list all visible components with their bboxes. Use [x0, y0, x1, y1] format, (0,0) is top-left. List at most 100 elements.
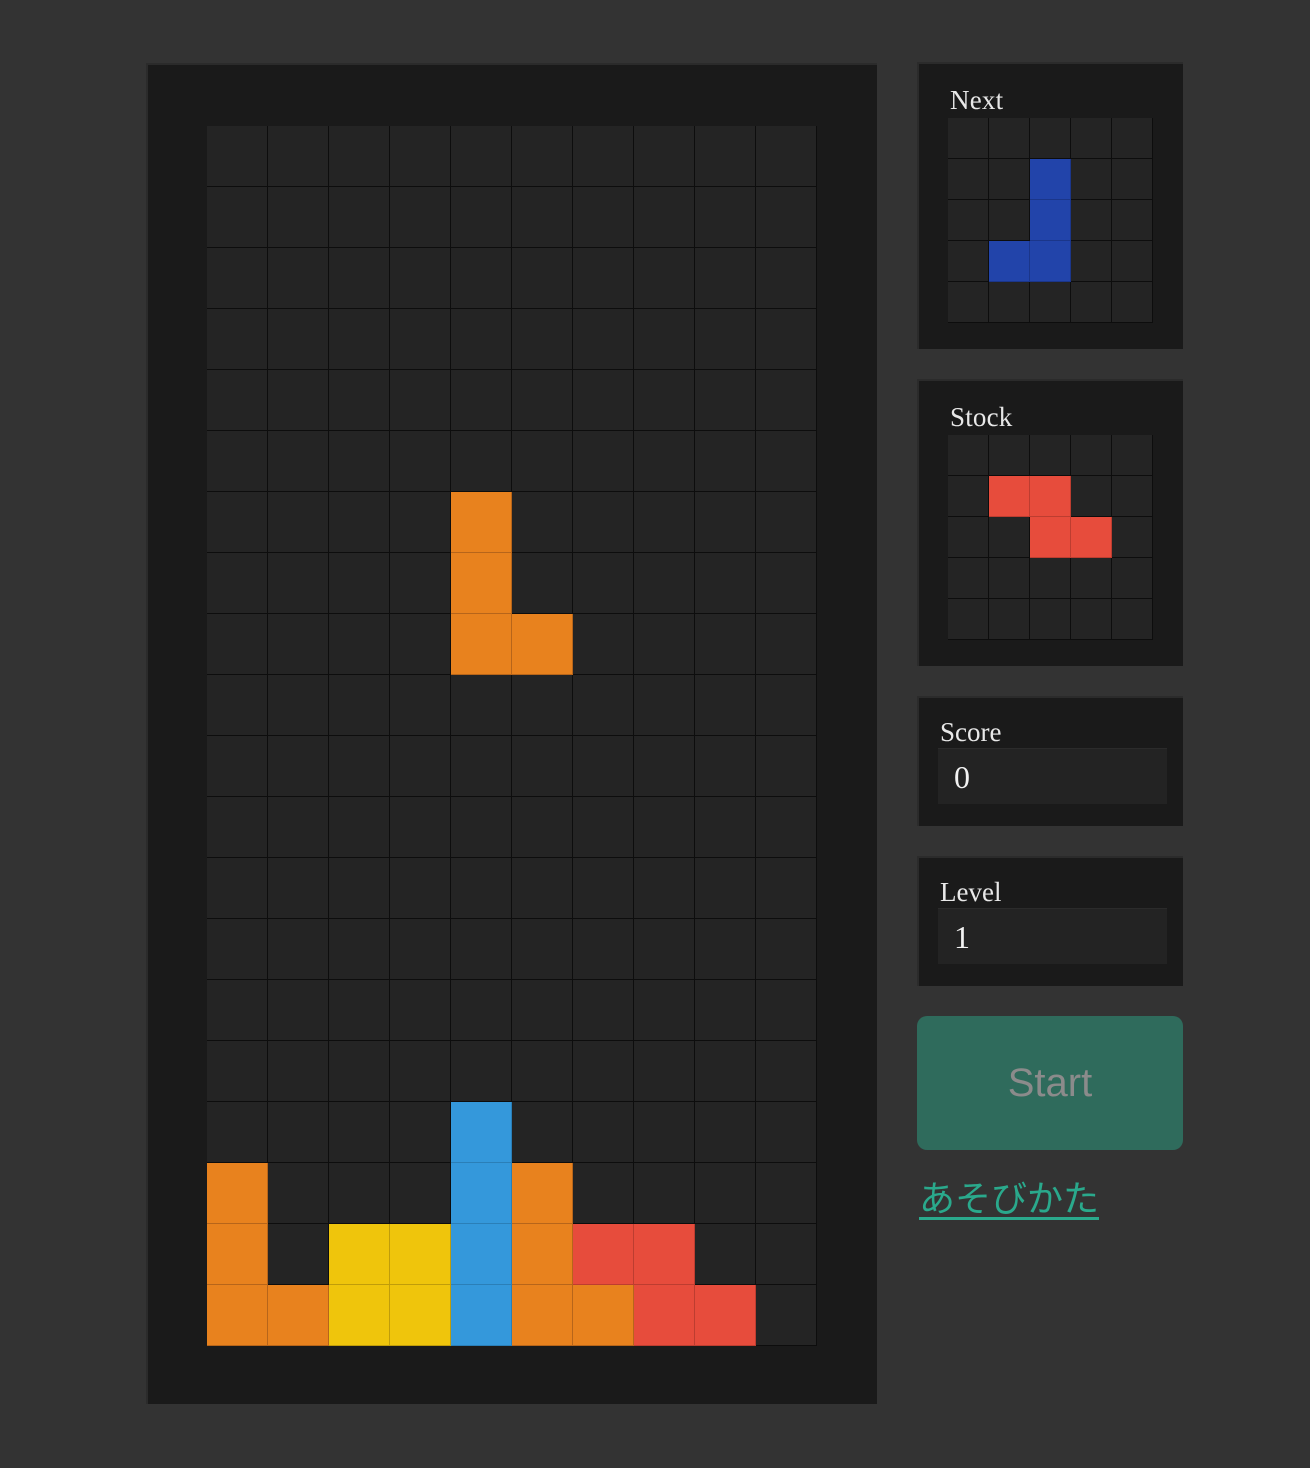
grid-cell-empty [268, 248, 329, 309]
grid-cell-empty [390, 370, 451, 431]
grid-cell-empty [573, 1041, 634, 1102]
grid-cell-empty [329, 248, 390, 309]
grid-cell-empty [1112, 558, 1153, 599]
level-panel: Level 1 [917, 856, 1183, 986]
block-orange [512, 614, 573, 675]
block-orange [207, 1163, 268, 1224]
grid-cell-empty [512, 553, 573, 614]
grid-cell-empty [329, 553, 390, 614]
grid-cell-empty [512, 797, 573, 858]
block-red [634, 1285, 695, 1346]
grid-cell-empty [207, 126, 268, 187]
grid-cell-empty [756, 736, 817, 797]
grid-cell-empty [695, 1102, 756, 1163]
block-red [573, 1224, 634, 1285]
grid-cell-empty [756, 919, 817, 980]
grid-cell-empty [268, 126, 329, 187]
grid-cell-empty [756, 1224, 817, 1285]
grid-cell-empty [390, 797, 451, 858]
start-button[interactable]: Start [917, 1016, 1183, 1150]
grid-cell-empty [1112, 159, 1153, 200]
grid-cell-empty [451, 309, 512, 370]
grid-cell-empty [329, 370, 390, 431]
grid-cell-empty [989, 159, 1030, 200]
grid-cell-empty [207, 675, 268, 736]
grid-cell-empty [1071, 241, 1112, 282]
grid-cell-empty [268, 980, 329, 1041]
grid-cell-empty [695, 980, 756, 1041]
grid-cell-empty [989, 517, 1030, 558]
block-cyan [451, 1163, 512, 1224]
grid-cell-empty [695, 736, 756, 797]
grid-cell-empty [207, 1102, 268, 1163]
block-cyan [451, 1102, 512, 1163]
grid-cell-empty [634, 614, 695, 675]
grid-cell-empty [756, 553, 817, 614]
grid-cell-empty [207, 797, 268, 858]
grid-cell-empty [268, 675, 329, 736]
score-value: 0 [938, 748, 1167, 804]
grid-cell-empty [451, 126, 512, 187]
grid-cell-empty [451, 248, 512, 309]
grid-cell-empty [268, 553, 329, 614]
grid-cell-empty [756, 980, 817, 1041]
grid-cell-empty [268, 1224, 329, 1285]
grid-cell-empty [329, 919, 390, 980]
grid-cell-empty [573, 553, 634, 614]
block-yellow [329, 1285, 390, 1346]
grid-cell-empty [573, 309, 634, 370]
grid-cell-empty [695, 431, 756, 492]
grid-cell-empty [948, 159, 989, 200]
grid-cell-empty [573, 1163, 634, 1224]
grid-cell-empty [634, 736, 695, 797]
grid-cell-empty [512, 980, 573, 1041]
block-red [634, 1224, 695, 1285]
grid-cell-empty [948, 241, 989, 282]
grid-cell-empty [634, 1163, 695, 1224]
grid-cell-empty [634, 858, 695, 919]
grid-cell-empty [948, 558, 989, 599]
grid-cell-empty [756, 1041, 817, 1102]
grid-cell-empty [1030, 558, 1071, 599]
grid-cell-empty [512, 248, 573, 309]
grid-cell-empty [1071, 282, 1112, 323]
stock-piece-grid[interactable] [948, 435, 1153, 640]
grid-cell-empty [756, 1285, 817, 1346]
grid-cell-empty [695, 553, 756, 614]
block-blue [1030, 241, 1071, 282]
grid-cell-empty [1071, 476, 1112, 517]
grid-cell-empty [948, 517, 989, 558]
grid-cell-empty [207, 187, 268, 248]
grid-cell-empty [573, 187, 634, 248]
stock-piece-panel[interactable]: Stock [917, 379, 1183, 666]
grid-cell-empty [390, 675, 451, 736]
game-board-grid[interactable] [207, 126, 817, 1346]
block-orange [451, 492, 512, 553]
grid-cell-empty [1030, 435, 1071, 476]
grid-cell-empty [634, 1041, 695, 1102]
grid-cell-empty [573, 614, 634, 675]
grid-cell-empty [207, 431, 268, 492]
how-to-play-link[interactable]: あそびかた [919, 1170, 1099, 1222]
grid-cell-empty [512, 919, 573, 980]
grid-cell-empty [756, 797, 817, 858]
block-red [1030, 517, 1071, 558]
grid-cell-empty [695, 675, 756, 736]
grid-cell-empty [1071, 159, 1112, 200]
grid-cell-empty [390, 431, 451, 492]
grid-cell-empty [268, 370, 329, 431]
block-orange [207, 1224, 268, 1285]
grid-cell-empty [695, 187, 756, 248]
grid-cell-empty [268, 919, 329, 980]
grid-cell-empty [756, 248, 817, 309]
grid-cell-empty [329, 980, 390, 1041]
grid-cell-empty [634, 980, 695, 1041]
grid-cell-empty [329, 1041, 390, 1102]
sidebar: Next Stock Score 0 Level 1 Start あそびかた [917, 62, 1183, 1222]
grid-cell-empty [989, 118, 1030, 159]
grid-cell-empty [634, 675, 695, 736]
grid-cell-empty [634, 919, 695, 980]
grid-cell-empty [1112, 241, 1153, 282]
grid-cell-empty [1030, 282, 1071, 323]
grid-cell-empty [634, 797, 695, 858]
